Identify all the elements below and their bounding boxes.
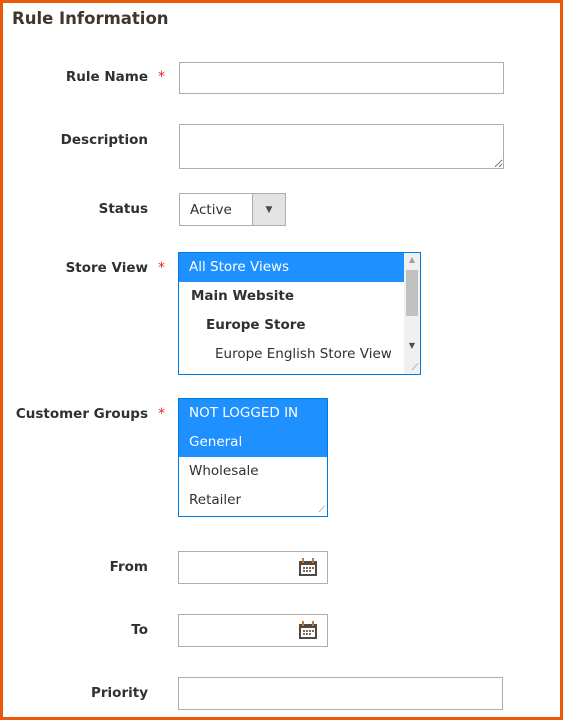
customer-group-option[interactable]: Wholesale — [179, 457, 327, 486]
from-date-input[interactable] — [178, 551, 328, 584]
calendar-icon[interactable] — [298, 558, 318, 577]
resize-grip-icon[interactable]: ⟋ — [319, 505, 325, 515]
description-label: Description — [60, 132, 148, 148]
rule-name-label: Rule Name — [65, 69, 148, 85]
priority-label: Priority — [91, 685, 148, 701]
store-view-option[interactable]: Europe Store — [179, 311, 420, 340]
scroll-up-icon[interactable]: ▲ — [404, 255, 420, 264]
scroll-down-icon[interactable]: ▼ — [404, 341, 420, 350]
customer-groups-label: Customer Groups — [15, 406, 148, 422]
calendar-icon[interactable] — [298, 621, 318, 640]
store-view-multiselect[interactable]: All Store Views Main Website Europe Stor… — [178, 252, 421, 375]
required-marker: * — [158, 69, 165, 85]
store-view-option[interactable]: All Store Views — [179, 253, 420, 282]
priority-input[interactable] — [178, 677, 503, 710]
required-marker: * — [158, 406, 165, 422]
status-label: Status — [98, 201, 148, 217]
from-label: From — [109, 559, 148, 575]
customer-group-option[interactable]: Retailer — [179, 486, 327, 515]
chevron-down-icon[interactable]: ▼ — [252, 194, 285, 225]
customer-group-option[interactable]: General — [179, 428, 327, 457]
to-date-input[interactable] — [178, 614, 328, 647]
customer-groups-multiselect[interactable]: NOT LOGGED IN General Wholesale Retailer… — [178, 398, 328, 517]
scrollbar-thumb[interactable] — [406, 270, 418, 316]
required-marker: * — [158, 260, 165, 276]
store-view-label: Store View — [65, 260, 148, 276]
resize-grip-icon[interactable]: ⟋ — [412, 363, 418, 373]
customer-group-option[interactable]: NOT LOGGED IN — [179, 399, 327, 428]
rule-name-input[interactable] — [179, 62, 504, 94]
to-label: To — [131, 622, 148, 638]
store-view-option[interactable]: Europe English Store View — [179, 340, 420, 369]
status-select[interactable]: Active ▼ — [179, 193, 286, 226]
section-title: Rule Information — [12, 9, 169, 28]
store-view-option[interactable]: Main Website — [179, 282, 420, 311]
scrollbar[interactable]: ▲ ▼ ⟋ — [404, 253, 420, 374]
description-textarea[interactable] — [179, 124, 504, 169]
status-value: Active — [190, 202, 232, 218]
